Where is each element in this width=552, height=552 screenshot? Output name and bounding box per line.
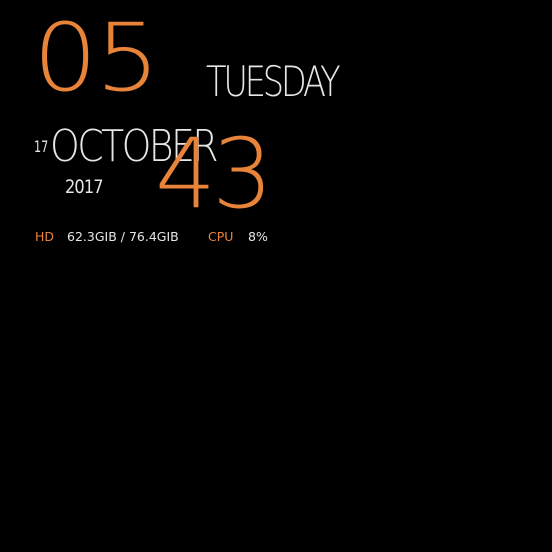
year-label: 2017: [65, 176, 104, 198]
clock-minute: 43: [155, 118, 273, 230]
desktop-clock-widget: 05 TUESDAY 17 OCTOBER 43 2017 HD 62.3GIB…: [0, 0, 552, 552]
clock-hour: 05: [33, 4, 160, 113]
weekday-label: TUESDAY: [206, 57, 341, 106]
hd-usage-value: 62.3GIB / 76.4GIB: [67, 229, 179, 244]
cpu-label: CPU: [208, 229, 234, 244]
day-of-month: 17: [34, 137, 49, 156]
cpu-usage-value: 8%: [248, 229, 268, 244]
hd-label: HD: [35, 229, 55, 244]
